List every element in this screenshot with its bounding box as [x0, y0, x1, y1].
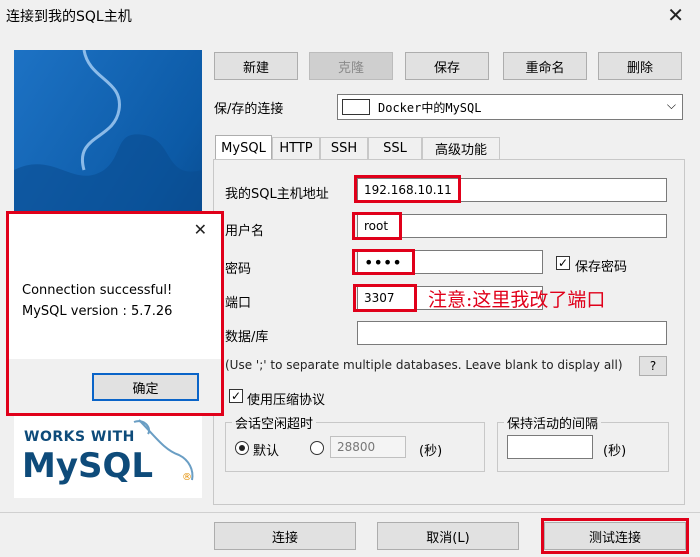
- logo-mysql: MySQL: [22, 446, 154, 486]
- keepalive-input[interactable]: [507, 435, 593, 459]
- database-input[interactable]: [357, 321, 667, 345]
- tab-mysql[interactable]: MySQL: [215, 135, 272, 160]
- logo-works-with: WORKS WITH: [24, 429, 135, 445]
- tab-ssh[interactable]: SSH: [320, 137, 368, 159]
- cancel-button[interactable]: 取消(L): [377, 522, 519, 550]
- rename-button[interactable]: 重命名: [503, 52, 587, 80]
- tab-http[interactable]: HTTP: [272, 137, 320, 159]
- database-label: 数据/库: [225, 330, 269, 345]
- saved-connection-value: Docker中的MySQL: [378, 100, 482, 115]
- chevron-down-icon: ⌵: [666, 98, 676, 112]
- tab-ssl[interactable]: SSL: [368, 137, 422, 159]
- idle-timeout-input[interactable]: 28800: [330, 436, 406, 458]
- keepalive-title: 保持活动的间隔: [504, 413, 602, 432]
- port-label: 端口: [225, 296, 252, 311]
- dialog-close-icon[interactable]: ✕: [194, 220, 207, 239]
- user-input[interactable]: root: [357, 214, 667, 238]
- save-password-label: 保存密码: [575, 260, 628, 275]
- new-button[interactable]: 新建: [214, 52, 298, 80]
- password-highlight-box: [352, 249, 415, 275]
- clone-button[interactable]: 克隆: [309, 52, 393, 80]
- saved-connection-select[interactable]: Docker中的MySQL ⌵: [337, 94, 683, 120]
- password-label: 密码: [225, 262, 252, 277]
- compression-checkbox[interactable]: ✓: [229, 389, 243, 403]
- dialog-message-line1: Connection successful!: [22, 283, 173, 298]
- idle-default-radio[interactable]: [235, 441, 249, 455]
- logo-registered-mark: ®: [182, 472, 192, 483]
- compression-label: 使用压缩协议: [247, 393, 326, 408]
- host-highlight-box: [354, 175, 461, 203]
- user-label: 用户名: [225, 224, 265, 239]
- port-annotation: 注意:这里我改了端口: [428, 289, 606, 311]
- idle-custom-radio[interactable]: [310, 441, 324, 455]
- host-label: 我的SQL主机地址: [225, 187, 329, 202]
- idle-timeout-unit: (秒): [419, 444, 443, 459]
- user-highlight-box: [352, 212, 402, 240]
- save-button[interactable]: 保存: [405, 52, 489, 80]
- tab-advanced[interactable]: 高级功能: [422, 137, 500, 159]
- connect-button[interactable]: 连接: [214, 522, 356, 550]
- footer-separator: [0, 512, 700, 513]
- window-close-icon[interactable]: ✕: [667, 3, 684, 27]
- help-button[interactable]: ?: [639, 356, 667, 376]
- save-password-checkbox[interactable]: ✓: [556, 256, 570, 270]
- connection-color-swatch: [342, 99, 370, 115]
- test-connection-highlight-box: [541, 518, 689, 554]
- window-title: 连接到我的SQL主机: [6, 9, 132, 25]
- saved-connection-label: 保/存的连接: [214, 102, 284, 117]
- success-dialog: ✕ Connection successful! MySQL version :…: [6, 211, 224, 416]
- idle-default-label: 默认: [253, 444, 280, 459]
- keepalive-unit: (秒): [603, 444, 627, 459]
- ok-button[interactable]: 确定: [92, 373, 199, 401]
- port-highlight-box: [353, 284, 417, 312]
- delete-button[interactable]: 删除: [598, 52, 682, 80]
- idle-timeout-title: 会话空闲超时: [232, 413, 317, 432]
- database-hint: (Use ';' to separate multiple databases.…: [225, 358, 623, 372]
- dialog-message-line2: MySQL version : 5.7.26: [22, 304, 173, 319]
